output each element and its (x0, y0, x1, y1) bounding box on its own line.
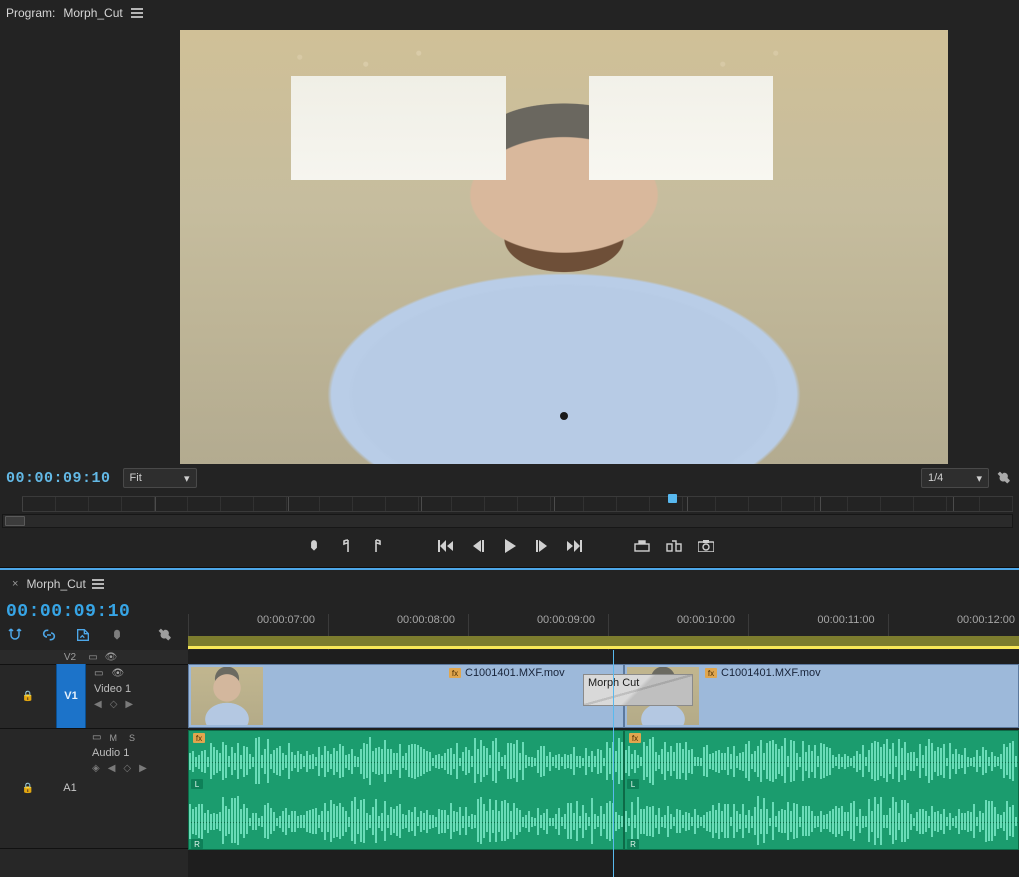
program-mini-ruler[interactable] (22, 496, 1013, 512)
next-keyframe-icon[interactable]: ▶ (139, 763, 147, 774)
clip-thumbnail (191, 667, 263, 725)
program-scrub-handle[interactable] (5, 516, 25, 526)
step-forward-button[interactable] (533, 537, 551, 555)
clip-name: C1001401.MXF.mov (721, 667, 821, 679)
linked-selection-icon[interactable] (40, 626, 58, 644)
timeline-tracks: V2 ▭ 👁 🔒 V1 ▭ 👁 Video 1 ◀ ◇ (0, 650, 1019, 877)
track-name-a1: Audio 1 (92, 747, 180, 759)
go-to-out-button[interactable] (565, 537, 583, 555)
eye-icon[interactable]: 👁 (102, 652, 120, 663)
timeline-playhead[interactable] (613, 650, 614, 877)
in-out-range[interactable] (188, 636, 1019, 646)
track-target-a1[interactable]: A1 (56, 728, 84, 848)
program-timecode[interactable]: 00:00:09:10 (6, 470, 111, 487)
ruler-label: 00:00:10:00 (677, 614, 735, 626)
toggle-sync-lock-icon[interactable]: ▭ (92, 732, 101, 743)
keyframe-diamond-icon[interactable]: ◈ (92, 763, 100, 774)
channel-l-badge: L (627, 779, 639, 789)
playback-resolution-value: 1/4 (928, 472, 943, 484)
track-name-v1: Video 1 (94, 683, 180, 695)
mark-in-button[interactable] (337, 537, 355, 555)
track-header-v1[interactable]: 🔒 V1 ▭ 👁 Video 1 ◀ ◇ ▶ (0, 664, 188, 729)
track-target-v1[interactable]: V1 (56, 664, 86, 728)
keyframe-diamond-icon[interactable]: ◇ (123, 763, 131, 774)
timeline-ruler-labels: 00:00:07:00 00:00:08:00 00:00:09:00 00:0… (188, 614, 1019, 632)
toggle-sync-lock-icon[interactable]: ▭ (94, 668, 103, 679)
fx-badge-icon: fx (629, 733, 641, 743)
mark-out-button[interactable] (369, 537, 387, 555)
snap-toggle-icon[interactable] (6, 626, 24, 644)
zoom-level-value: Fit (130, 472, 142, 484)
extract-button[interactable] (665, 537, 683, 555)
fx-badge-icon: fx (193, 733, 205, 743)
prev-keyframe-icon[interactable]: ◀ (94, 699, 102, 710)
transport-controls (0, 534, 1019, 558)
go-to-in-button[interactable] (437, 537, 455, 555)
program-monitor-panel: Program: Morph_Cut 00:00:09:10 Fit ▾ 1/4… (0, 0, 1019, 568)
ruler-label: 00:00:07:00 (257, 614, 315, 626)
step-back-button[interactable] (469, 537, 487, 555)
video-clip-left[interactable]: fx C1001401.MXF.mov (188, 664, 624, 728)
ruler-label: 00:00:12:00 (957, 614, 1015, 626)
panel-menu-icon[interactable] (92, 579, 104, 589)
chevron-down-icon: ▾ (976, 472, 982, 485)
export-frame-button[interactable] (697, 537, 715, 555)
next-keyframe-icon[interactable]: ▶ (125, 699, 133, 710)
channel-r-badge: R (191, 839, 203, 849)
channel-r-badge: R (627, 839, 639, 849)
lock-icon[interactable]: 🔒 (22, 691, 34, 702)
lav-mic (560, 412, 568, 420)
timeline-tab-name: Morph_Cut (26, 577, 85, 591)
solo-toggle[interactable]: S (129, 733, 135, 743)
panel-menu-icon[interactable] (131, 8, 143, 18)
track-v2-label: V2 (56, 652, 84, 663)
program-panel-header: Program: Morph_Cut (6, 2, 143, 24)
toggle-sync-lock-icon[interactable]: ▭ (84, 652, 102, 663)
fx-badge-icon: fx (705, 668, 717, 678)
program-mini-playhead[interactable] (668, 494, 677, 503)
lift-button[interactable] (633, 537, 651, 555)
clip-name: C1001401.MXF.mov (465, 667, 565, 679)
channel-l-badge: L (191, 779, 203, 789)
audio-clip-right[interactable]: fx L R (624, 730, 1019, 850)
mute-toggle[interactable]: M (109, 733, 117, 743)
eye-icon[interactable]: 👁 (111, 668, 124, 679)
timeline-tab[interactable]: × Morph_Cut (4, 574, 112, 594)
track-header-v2[interactable]: V2 ▭ 👁 (0, 650, 188, 665)
program-timecode-row: 00:00:09:10 Fit ▾ 1/4 ▾ (6, 468, 1013, 488)
lock-icon[interactable]: 🔒 (22, 783, 34, 794)
audio-clip-left[interactable]: fx L R (188, 730, 624, 850)
settings-icon[interactable] (995, 469, 1013, 487)
prev-keyframe-icon[interactable]: ◀ (108, 763, 116, 774)
timeline-marker-icon[interactable] (108, 626, 126, 644)
render-bar (188, 646, 1019, 649)
zoom-level-select[interactable]: Fit ▾ (123, 468, 197, 488)
play-button[interactable] (501, 537, 519, 555)
program-scrub-bar[interactable] (2, 514, 1013, 528)
add-marker-button[interactable] (305, 537, 323, 555)
keyframe-diamond-icon[interactable]: ◇ (110, 699, 118, 710)
ruler-label: 00:00:09:00 (537, 614, 595, 626)
ruler-label: 00:00:08:00 (397, 614, 455, 626)
program-label-prefix: Program: (6, 6, 55, 20)
fx-badge-icon: fx (449, 668, 461, 678)
add-marker-icon[interactable] (74, 626, 92, 644)
video-frame (180, 30, 948, 464)
track-header-column: V2 ▭ 👁 🔒 V1 ▭ 👁 Video 1 ◀ ◇ (0, 650, 189, 877)
program-monitor-viewport[interactable] (180, 30, 948, 464)
timeline-timecode[interactable]: 00:00:09:10 (6, 602, 130, 622)
close-tab-icon[interactable]: × (12, 578, 18, 590)
program-sequence-name: Morph_Cut (63, 6, 122, 20)
timeline-panel: × Morph_Cut 00:00:09:10 00:00:07:00 00: (0, 568, 1019, 875)
morph-cut-transition[interactable]: Morph Cut (583, 674, 693, 706)
timeline-tool-row (6, 626, 174, 644)
ruler-label: 00:00:11:00 (817, 614, 874, 626)
timeline-settings-icon[interactable] (156, 626, 174, 644)
chevron-down-icon: ▾ (184, 472, 190, 485)
track-header-a1[interactable]: 🔒 A1 ▭ M S Audio 1 ◈ ◀ ◇ ▶ (0, 728, 188, 849)
playback-resolution-select[interactable]: 1/4 ▾ (921, 468, 989, 488)
timeline-clip-area[interactable]: fx C1001401.MXF.mov fx C1001401.MXF.mov … (188, 650, 1019, 877)
